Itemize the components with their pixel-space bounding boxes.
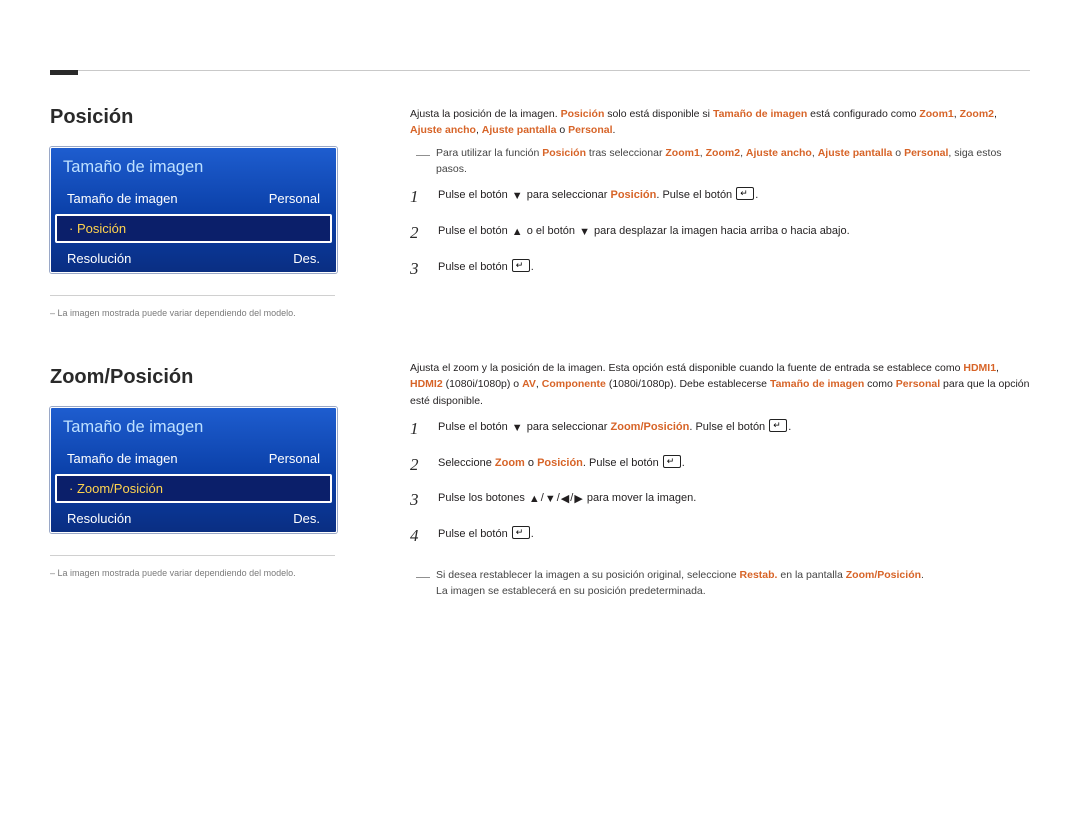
step-4: Pulse el botón . — [410, 526, 1030, 543]
steps-list-2: Pulse el botón ▼ para seleccionar Zoom/P… — [410, 419, 1030, 543]
section-title-posicion: Posición — [50, 106, 340, 129]
menu-header: Tamaño de imagen — [51, 148, 336, 185]
menu-selected-label: Posición — [69, 221, 126, 236]
menu-value: Personal — [269, 191, 320, 206]
enter-icon — [736, 187, 754, 200]
step-2: Pulse el botón ▲ o el botón ▼ para despl… — [410, 223, 1030, 241]
step-1: Pulse el botón ▼ para seleccionar Posici… — [410, 187, 1030, 205]
section-title-zoom: Zoom/Posición — [50, 366, 340, 389]
up-arrow-icon: ▲ — [512, 224, 523, 241]
menu-header: Tamaño de imagen — [51, 408, 336, 445]
enter-icon — [769, 419, 787, 432]
menu-preview-posicion: Tamaño de imagen Tamaño de imagen Person… — [50, 147, 337, 273]
menu-preview-zoom: Tamaño de imagen Tamaño de imagen Person… — [50, 407, 337, 533]
enter-icon — [663, 455, 681, 468]
menu-row-selected[interactable]: Posición — [55, 214, 332, 243]
note-line-2: La imagen se establecerá en su posición … — [436, 585, 706, 597]
enter-icon — [512, 526, 530, 539]
note-paragraph: Para utilizar la función Posición tras s… — [410, 145, 1030, 178]
menu-row-selected[interactable]: Zoom/Posición — [55, 474, 332, 503]
menu-value: Des. — [293, 251, 320, 266]
disclaimer-text: La imagen mostrada puede variar dependie… — [50, 295, 335, 318]
menu-selected-label: Zoom/Posición — [69, 481, 163, 496]
menu-label: Resolución — [67, 511, 131, 526]
right-arrow-icon: ▶ — [574, 491, 582, 508]
menu-row-size: Tamaño de imagen Personal — [51, 185, 336, 212]
disclaimer-text: La imagen mostrada puede variar dependie… — [50, 555, 335, 578]
left-arrow-icon: ◀ — [561, 491, 569, 508]
down-arrow-icon: ▼ — [512, 188, 523, 205]
down-arrow-icon: ▼ — [512, 420, 523, 437]
menu-row-size: Tamaño de imagen Personal — [51, 445, 336, 472]
menu-row-resolution: Resolución Des. — [51, 505, 336, 532]
menu-row-resolution: Resolución Des. — [51, 245, 336, 272]
note-paragraph-2: Si desea restablecer la imagen a su posi… — [410, 567, 1030, 600]
top-divider — [50, 70, 1030, 71]
step-2: Seleccione Zoom o Posición. Pulse el bot… — [410, 455, 1030, 472]
menu-label: Tamaño de imagen — [67, 191, 178, 206]
intro-paragraph: Ajusta la posición de la imagen. Posició… — [410, 106, 1030, 139]
menu-label: Tamaño de imagen — [67, 451, 178, 466]
left-column: Posición Tamaño de imagen Tamaño de imag… — [50, 106, 340, 606]
up-arrow-icon: ▲ — [529, 491, 540, 508]
step-3: Pulse el botón . — [410, 259, 1030, 276]
menu-value: Personal — [269, 451, 320, 466]
right-column: Ajusta la posición de la imagen. Posició… — [410, 106, 1030, 606]
enter-icon — [512, 259, 530, 272]
menu-label: Resolución — [67, 251, 131, 266]
down-arrow-icon: ▼ — [545, 491, 556, 508]
intro-paragraph-2: Ajusta el zoom y la posición de la image… — [410, 360, 1030, 409]
down-arrow-icon: ▼ — [579, 224, 590, 241]
menu-value: Des. — [293, 511, 320, 526]
step-1: Pulse el botón ▼ para seleccionar Zoom/P… — [410, 419, 1030, 437]
steps-list-1: Pulse el botón ▼ para seleccionar Posici… — [410, 187, 1030, 276]
step-3: Pulse los botones ▲/▼/◀/▶ para mover la … — [410, 490, 1030, 508]
chapter-marker — [50, 52, 78, 75]
